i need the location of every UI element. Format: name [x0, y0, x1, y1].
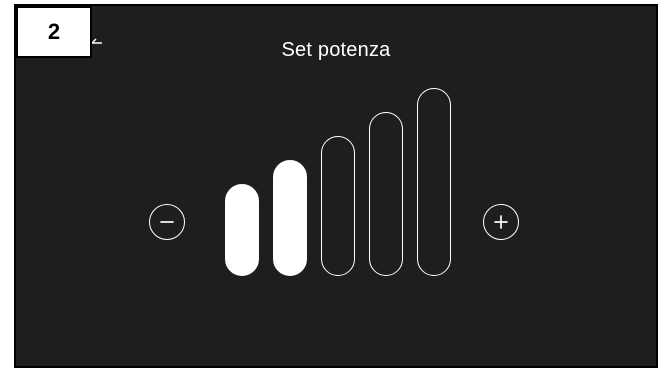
back-arrow-icon[interactable] — [90, 36, 104, 50]
step-badge-label: 2 — [47, 19, 61, 44]
increase-power-button[interactable] — [483, 204, 519, 240]
power-level-bar-4[interactable] — [369, 112, 403, 276]
power-level-bars — [16, 6, 656, 366]
power-level-bar-3[interactable] — [321, 136, 355, 276]
power-level-bar-1[interactable] — [225, 184, 259, 276]
power-level-bar-2[interactable] — [273, 160, 307, 276]
step-badge: 2 — [16, 6, 92, 58]
plus-icon — [494, 215, 508, 229]
power-level-bar-5[interactable] — [417, 88, 451, 276]
display-screen: 2 Set potenza — [14, 4, 658, 368]
